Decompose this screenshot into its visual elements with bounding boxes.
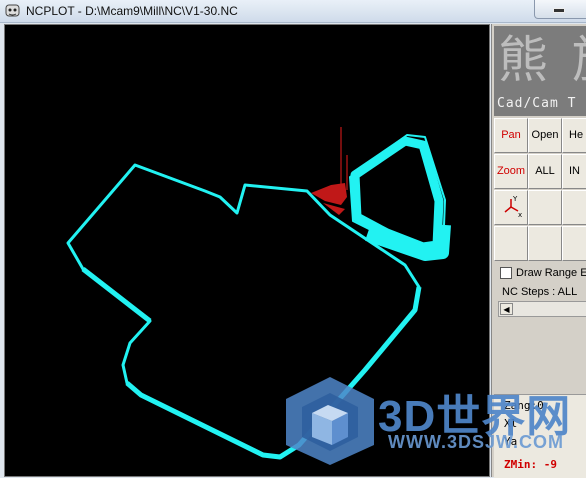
toolpath-plot-canvas[interactable]	[4, 24, 490, 477]
open-button[interactable]: Open	[528, 118, 562, 153]
toolbar-button-10[interactable]	[494, 226, 528, 261]
draw-range-label: Draw Range E	[516, 267, 586, 279]
help-button[interactable]: He	[562, 118, 586, 153]
readout-line-2: Xl	[504, 417, 518, 430]
zoom-button[interactable]: Zoom	[494, 154, 528, 189]
draw-range-checkbox[interactable]	[500, 267, 512, 280]
brand-logo: 熊 族 Cad/Cam T	[494, 26, 586, 116]
toolbar-button-11[interactable]	[528, 226, 562, 261]
ncplot-app-icon	[5, 4, 20, 17]
logo-subtitle: Cad/Cam T	[497, 96, 577, 111]
axis-icon: Y x	[504, 195, 522, 219]
zoom-in-button[interactable]: IN	[562, 154, 586, 189]
toolbar-button-8[interactable]	[528, 190, 562, 225]
svg-text:x: x	[518, 211, 522, 219]
minimize-button[interactable]	[534, 0, 586, 19]
svg-text:Y: Y	[512, 195, 518, 203]
axis-view-button[interactable]: Y x	[494, 190, 528, 225]
scroll-left-arrow-icon[interactable]: ◀	[500, 303, 513, 315]
toolbar-button-12[interactable]	[562, 226, 586, 261]
nc-steps-label: NC Steps : ALL	[502, 286, 578, 298]
zoom-all-button[interactable]: ALL	[528, 154, 562, 189]
title-bar: NCPLOT - D:\Mcam9\Mill\NC\V1-30.NC	[0, 0, 586, 23]
minimize-icon	[553, 8, 565, 13]
control-panel: 熊 族 Cad/Cam T Pan Open He Zoom ALL IN Y …	[491, 24, 586, 478]
nc-steps-scrollbar[interactable]: ◀	[498, 301, 586, 317]
toolbar-grid: Pan Open He Zoom ALL IN Y x	[493, 117, 586, 262]
zmin-readout: ZMin: -9	[504, 458, 557, 471]
toolbar-button-9[interactable]	[562, 190, 586, 225]
readout-line-1: Zang:0	[504, 399, 544, 412]
logo-characters: 熊 族	[498, 31, 586, 89]
window-title: NCPLOT - D:\Mcam9\Mill\NC\V1-30.NC	[26, 4, 238, 18]
coordinate-readout: Zang:0 Xl Ya ZMin: -9	[494, 394, 586, 478]
draw-range-option[interactable]: Draw Range E	[500, 267, 586, 281]
pan-button[interactable]: Pan	[494, 118, 528, 153]
toolpath-outer-contour	[66, 163, 421, 459]
toolpath-graphic	[66, 127, 451, 460]
toolpath-pocket-inner	[350, 136, 444, 252]
toolpath-offset-contour	[81, 267, 422, 460]
readout-line-3: Ya	[504, 435, 518, 448]
